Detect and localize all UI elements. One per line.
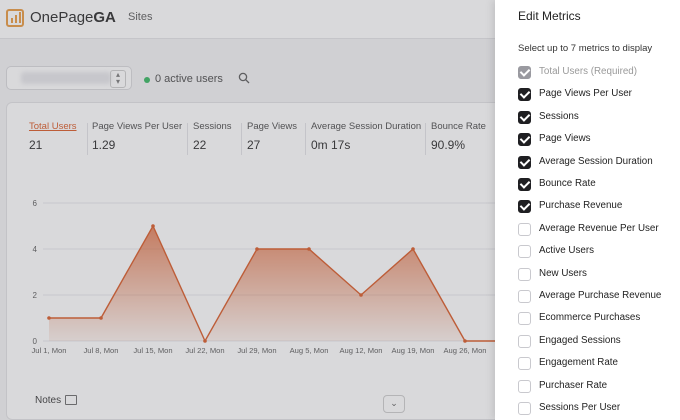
metric-option-label: Sessions — [539, 110, 579, 122]
metric-option-label: Purchaser Rate — [539, 379, 608, 391]
checkbox[interactable] — [518, 110, 531, 124]
checkbox[interactable] — [518, 402, 531, 415]
metric-option-label: Average Session Duration — [539, 155, 653, 167]
checkbox[interactable] — [518, 178, 531, 191]
metric-option-label: Total Users (Required) — [539, 66, 638, 77]
checkbox[interactable] — [518, 222, 531, 236]
metric-option-label: Active Users — [539, 245, 594, 257]
checkbox[interactable] — [518, 88, 531, 102]
checkbox[interactable] — [518, 267, 531, 281]
checkbox[interactable] — [518, 133, 531, 147]
edit-metrics-panel: Edit Metrics Select up to 7 metrics to d… — [495, 0, 680, 420]
metric-option-label: Sessions Per User — [539, 402, 621, 413]
checkbox[interactable] — [518, 312, 531, 326]
checkbox[interactable] — [518, 379, 531, 393]
checkbox[interactable] — [518, 245, 531, 259]
metric-option-label: Ecommerce Purchases — [539, 312, 641, 324]
checkbox[interactable] — [518, 357, 531, 371]
modal-overlay[interactable] — [0, 0, 495, 420]
metric-option-label: Purchase Revenue — [539, 200, 623, 212]
metric-option-label: Engagement Rate — [539, 357, 618, 369]
metric-option-label: Average Revenue Per User — [539, 222, 659, 234]
metric-option-label: New Users — [539, 267, 587, 279]
checkbox[interactable] — [518, 200, 531, 214]
metric-option-label: Average Purchase Revenue — [539, 290, 662, 301]
metric-option-label: Page Views — [539, 133, 591, 145]
metric-option-label: Page Views Per User — [539, 88, 632, 100]
panel-title: Edit Metrics — [518, 9, 581, 23]
metric-option-label: Bounce Rate — [539, 178, 596, 189]
checkbox[interactable] — [518, 290, 531, 303]
checkbox — [518, 66, 531, 79]
metric-option-label: Engaged Sessions — [539, 334, 621, 346]
checkbox[interactable] — [518, 155, 531, 169]
checkbox[interactable] — [518, 334, 531, 348]
panel-subtitle: Select up to 7 metrics to display — [518, 43, 653, 54]
